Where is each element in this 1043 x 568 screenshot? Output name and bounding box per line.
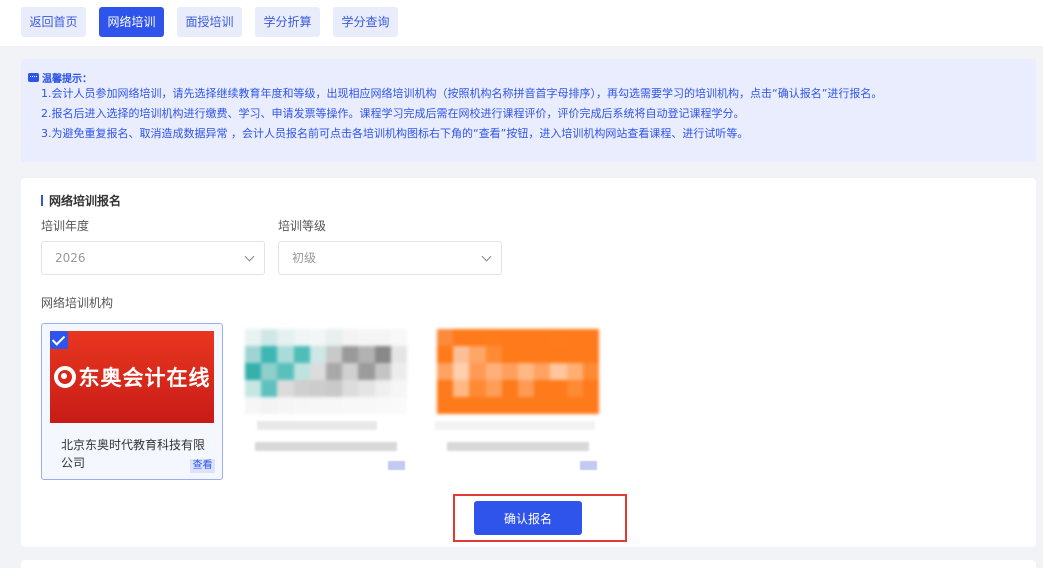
brand-logo-icon — [53, 366, 76, 388]
institutions-label: 网络培训机构 — [41, 296, 114, 310]
notice-line: 2.报名后进入选择的培训机构进行缴费、学习、申请发票等操作。课程学习完成后需在网… — [41, 107, 745, 120]
obscured-view-button[interactable] — [388, 461, 405, 470]
institution-card-obscured[interactable] — [427, 323, 609, 480]
obscured-logo — [245, 329, 407, 414]
tab-face-to-face-training[interactable]: 面授培训 — [177, 7, 242, 37]
year-select[interactable]: 2026 — [41, 241, 265, 275]
tab-home[interactable]: 返回首页 — [21, 7, 86, 37]
institution-logo: 东奥会计在线 — [50, 331, 214, 423]
institution-name: 北京东奥时代教育科技有限公司 — [61, 438, 206, 470]
chat-icon — [28, 72, 39, 82]
notice-title: 温馨提示： — [28, 70, 1036, 85]
level-select[interactable]: 初级 — [278, 241, 502, 275]
year-label: 培训年度 — [41, 219, 90, 233]
obscured-view-button[interactable] — [580, 461, 597, 470]
confirm-highlight-box: 确认报名 — [453, 494, 627, 542]
checkbox-checked-icon[interactable] — [50, 331, 68, 349]
notice-line: 1.会计人员参加网络培训，请先选择继续教育年度和等级，出现相应网络培训机构（按照… — [41, 87, 883, 100]
notice-box: 温馨提示： 1.会计人员参加网络培训，请先选择继续教育年度和等级，出现相应网络培… — [21, 59, 1036, 162]
notice-line: 3.为避免重复报名、取消造成数据异常 ，会计人员报名前可点击各培训机构图标右下角… — [41, 127, 749, 140]
tab-credit-conversion[interactable]: 学分折算 — [255, 7, 320, 37]
view-button[interactable]: 查看 — [190, 459, 215, 473]
top-nav: 返回首页 网络培训 面授培训 学分折算 学分查询 — [0, 0, 1043, 46]
chevron-down-icon — [481, 251, 492, 262]
level-label: 培训等级 — [278, 219, 327, 233]
section-title: 网络培训报名 — [41, 192, 121, 209]
institution-card-obscured[interactable] — [235, 323, 417, 480]
institution-card[interactable]: 东奥会计在线 北京东奥时代教育科技有限公司 查看 — [41, 323, 223, 480]
tab-online-training[interactable]: 网络培训 — [99, 7, 164, 37]
chevron-down-icon — [244, 251, 255, 262]
obscured-logo — [437, 329, 599, 414]
registration-panel: 网络培训报名 培训年度 2026 培训等级 初级 网络培训机构 东奥会计在线 北… — [21, 178, 1036, 547]
confirm-register-button[interactable]: 确认报名 — [474, 501, 582, 535]
tab-credit-query[interactable]: 学分查询 — [333, 7, 398, 37]
bottom-panel — [21, 560, 1036, 568]
